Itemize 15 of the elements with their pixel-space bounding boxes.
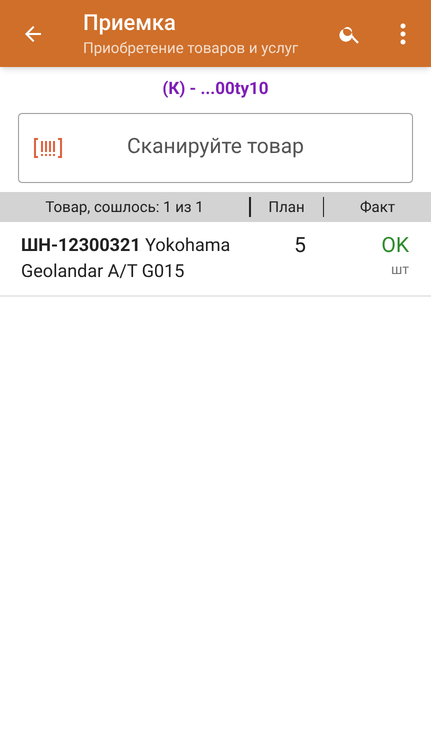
fact-status: OK [381,233,409,259]
screen-title: Приемка [83,10,177,38]
product-name: ШН-12300321 Yokohama Geolandar A/T G015 [20,234,232,284]
table-row[interactable]: ШН-12300321 Yokohama Geolandar A/T G015 5 OK шт [0,222,431,297]
scan-input[interactable]: Сканируйте товар [63,132,412,164]
more-icon [400,22,406,44]
barcode-icon [33,137,63,159]
column-header: Факт [358,196,396,218]
plan-quantity: 5 [293,233,307,260]
document-number: (К) - ...00ty10 [162,78,269,102]
column-header: Товар, сошлось: 1 из 1 [44,196,205,218]
scan-field[interactable]: Сканируйте товар [18,113,413,183]
unit-label: шт [390,261,409,280]
column-header: План [267,196,306,218]
screen-subtitle: Приобретение товаров и услуг [83,38,300,58]
